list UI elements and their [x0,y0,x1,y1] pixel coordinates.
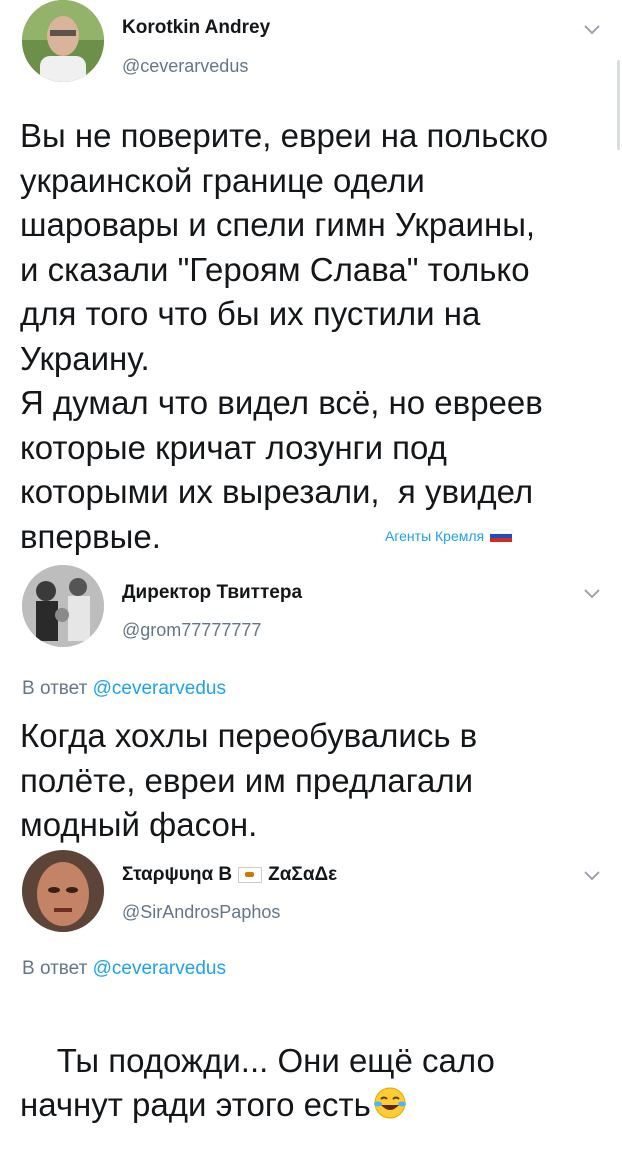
avatar[interactable] [22,565,104,647]
author-handle[interactable]: @grom77777777 [122,620,261,641]
reply-context: В ответ @ceverarvedus [22,678,226,700]
tweet-text: Когда хохлы переобувались в полёте, евре… [20,717,478,843]
cyprus-flag-icon [238,866,263,883]
tweet-text: Ты подожди... Они ещё сало начнут ради э… [20,994,600,1172]
watermark: Агенты Кремля [385,528,514,544]
scrollbar[interactable] [617,60,620,150]
reply-prefix: В ответ [22,958,88,979]
reply-handle-link[interactable]: @ceverarvedus [93,678,226,699]
face-with-tears-of-joy-icon [373,1087,406,1119]
tweet-text-content: Ты подожди... Они ещё сало начнут ради э… [20,1041,495,1124]
avatar[interactable] [22,850,104,932]
tweet-text: Вы не поверите, евреи на польско украинс… [20,117,549,555]
reply-handle-link[interactable]: @ceverarvedus [93,958,226,979]
watermark-text: Агенты Кремля [385,528,485,544]
author-name-part1: Σταρψυηα Β [122,864,233,885]
chevron-down-icon[interactable] [582,22,602,36]
russia-flag-icon [490,529,513,542]
chevron-down-icon[interactable] [582,586,602,600]
author-name[interactable]: Korotkin Andrey [122,17,270,39]
author-handle[interactable]: @SirAndrosPaphos [122,902,280,923]
reply-prefix: В ответ [22,678,88,699]
author-name[interactable]: Σταρψυηα Β ΖαΣαΔε [122,864,337,886]
reply-context: В ответ @ceverarvedus [22,958,226,980]
avatar[interactable] [22,0,104,82]
chevron-down-icon[interactable] [582,868,602,882]
author-name-part2: ΖαΣαΔε [268,864,338,885]
author-name[interactable]: Директор Твиттера [122,582,302,604]
author-handle[interactable]: @ceverarvedus [122,56,248,77]
